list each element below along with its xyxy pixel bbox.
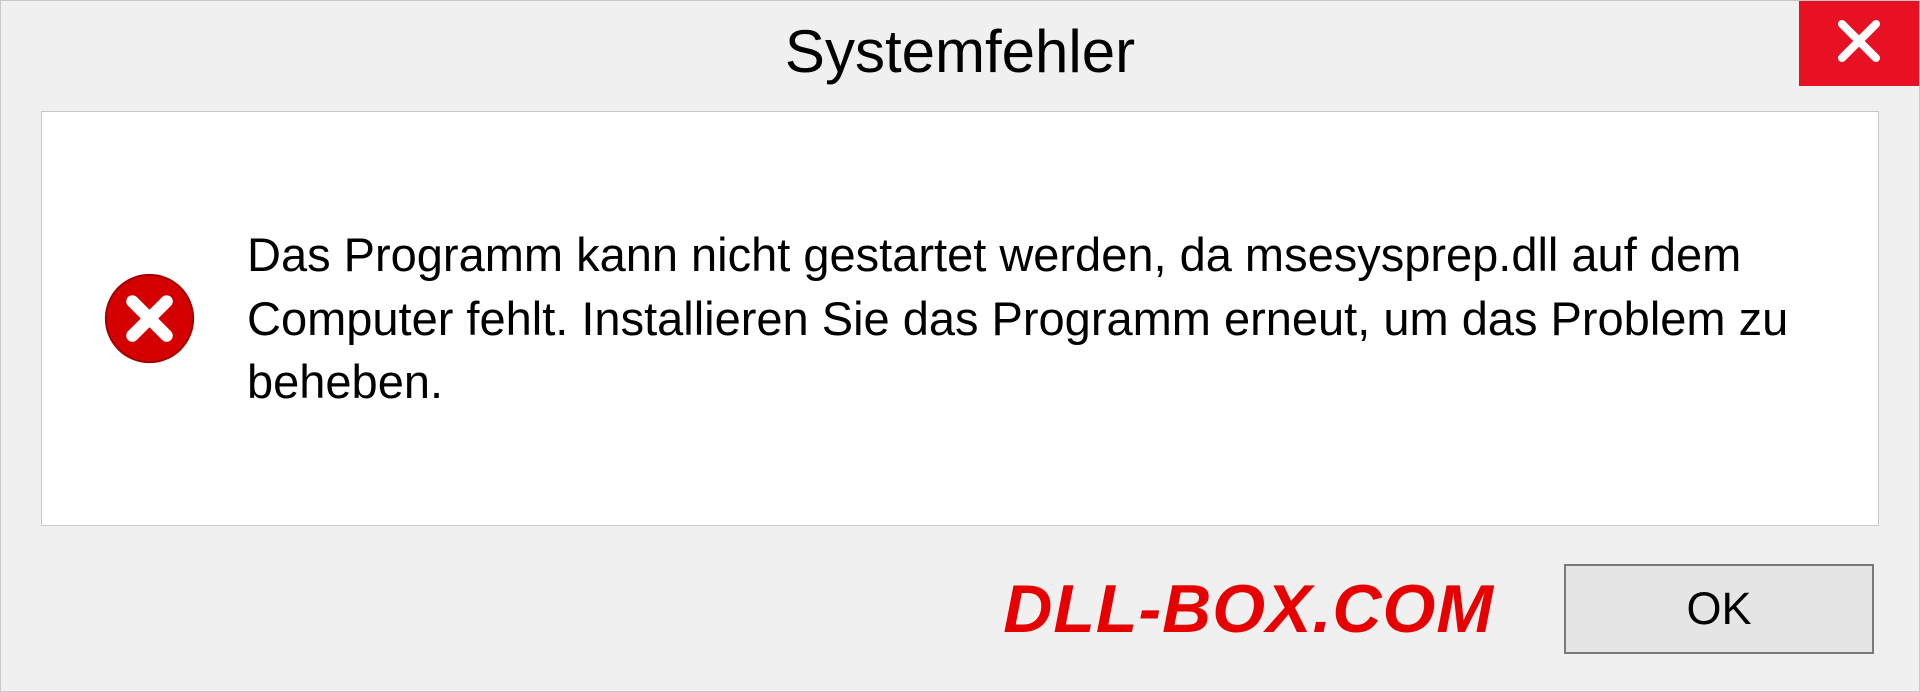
- content-panel: Das Programm kann nicht gestartet werden…: [41, 111, 1879, 526]
- error-message: Das Programm kann nicht gestartet werden…: [247, 223, 1818, 413]
- close-button[interactable]: [1799, 1, 1919, 86]
- titlebar: Systemfehler: [1, 1, 1919, 101]
- error-icon: [102, 271, 197, 366]
- watermark-text: DLL-BOX.COM: [1003, 570, 1494, 648]
- close-icon: [1834, 16, 1884, 71]
- dialog-footer: DLL-BOX.COM OK: [1, 526, 1919, 691]
- error-dialog: Systemfehler Das Programm kann nicht ges…: [0, 0, 1920, 692]
- dialog-title: Systemfehler: [785, 17, 1135, 86]
- ok-button[interactable]: OK: [1564, 564, 1874, 654]
